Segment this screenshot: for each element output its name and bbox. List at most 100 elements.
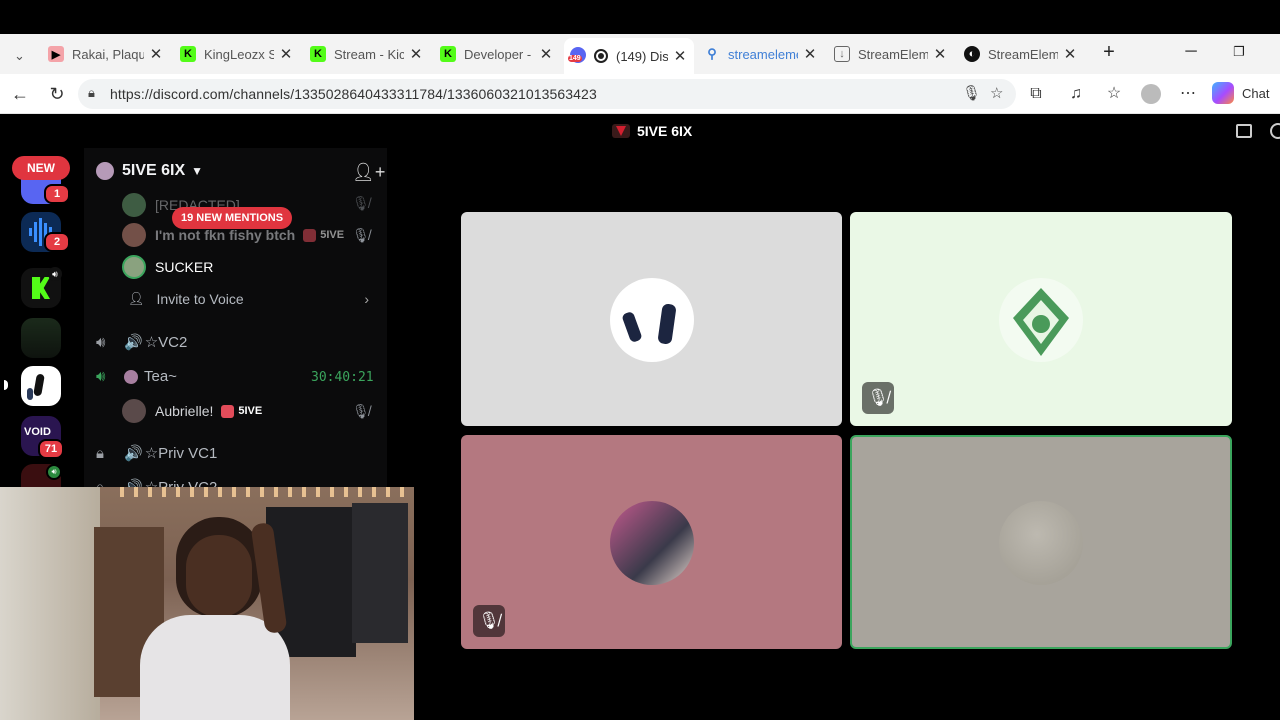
back-button[interactable]: ←	[6, 80, 34, 108]
emblem-icon	[1013, 288, 1069, 356]
chevron-right-icon: ›	[364, 291, 369, 307]
screen: ⌄ ▶ Rakai, Plaque ✕ K KingLeozx St ✕ K S…	[0, 0, 1280, 720]
close-icon[interactable]: ✕	[538, 45, 554, 63]
download-icon: ↓	[834, 46, 850, 62]
refresh-button[interactable]: ↻	[43, 80, 71, 108]
add-member-icon[interactable]: 👤︎+	[352, 162, 385, 183]
lock-icon: 🔒︎	[96, 444, 104, 462]
voice-user-aubrielle[interactable]: Aubrielle! 5IVE	[122, 399, 262, 423]
speaker-icon: 🔊︎	[46, 464, 62, 480]
kick-icon: K	[180, 46, 196, 62]
new-unreads-pill[interactable]: NEW	[12, 156, 70, 180]
clan-tag: 5IVE	[303, 228, 344, 242]
copilot-chat-button[interactable]: Chat	[1212, 82, 1269, 104]
selected-pill	[4, 380, 8, 390]
copilot-icon	[1212, 82, 1234, 104]
voice-timer: 30:40:21	[311, 370, 374, 385]
close-icon[interactable]: ✕	[802, 45, 818, 63]
search-icon: ⚲	[707, 46, 717, 61]
muted-mic-icon: 🎙︎̸	[473, 605, 505, 637]
more-menu-icon[interactable]: ⋯	[1176, 82, 1200, 106]
channel-tea[interactable]: 🔊︎ Tea~	[96, 368, 177, 385]
server-5ive-6ix[interactable]	[21, 366, 61, 406]
inbox-icon[interactable]	[1236, 124, 1252, 138]
recording-icon	[594, 49, 608, 63]
extensions-icon[interactable]: ⧉	[1024, 82, 1048, 106]
muted-mic-icon: 🎙︎̸	[352, 403, 370, 419]
kick-icon: K	[310, 46, 326, 62]
favorites-icon[interactable]: ☆	[1102, 82, 1126, 106]
avatar	[122, 223, 146, 247]
new-mentions-pill[interactable]: 19 NEW MENTIONS	[172, 207, 293, 229]
muted-mic-icon: 🎙︎̸	[352, 227, 370, 243]
minimize-button[interactable]: ─	[1176, 38, 1206, 66]
new-tab-button[interactable]: +	[1094, 38, 1124, 66]
tab-4[interactable]: 149 (149) Dis ✕	[564, 38, 694, 74]
streamelements-icon: ◐	[964, 46, 980, 62]
tab-0[interactable]: ▶ Rakai, Plaque ✕	[42, 38, 170, 70]
close-icon[interactable]: ✕	[148, 45, 164, 63]
tab-3[interactable]: K Developer - K ✕	[434, 38, 560, 70]
tab-5[interactable]: ⚲ streameleme ✕	[698, 38, 824, 70]
favorite-star-icon[interactable]: ☆	[990, 84, 1003, 102]
server-emblem-icon	[96, 162, 114, 180]
kick-logo	[32, 277, 50, 299]
restore-button[interactable]: ❐	[1224, 38, 1254, 66]
tab-7[interactable]: ◐ StreamEleme ✕	[958, 38, 1084, 70]
server-icon	[612, 124, 630, 138]
webcam-overlay	[0, 487, 414, 720]
speaker-icon: 🔊︎	[48, 267, 62, 281]
participant-tile-speaking[interactable]	[850, 435, 1232, 649]
chevron-down-icon: ⌄	[14, 48, 25, 63]
tab-1[interactable]: K KingLeozx St ✕	[174, 38, 300, 70]
kick-icon: K	[440, 46, 456, 62]
close-icon[interactable]: ✕	[672, 47, 688, 65]
top-letterbox	[0, 0, 1280, 34]
window-title: 5IVE 6IX	[612, 123, 692, 139]
lock-icon: 🔒︎	[88, 85, 95, 100]
address-bar-row: ← ↻ 🔒︎ https://discord.com/channels/1335…	[0, 74, 1280, 114]
close-icon[interactable]: ✕	[408, 45, 424, 63]
server-dark[interactable]	[21, 318, 61, 358]
add-person-icon: 👤︎	[128, 291, 145, 306]
discord-icon: 149	[568, 47, 588, 65]
unread-badge: 71	[38, 439, 64, 459]
avatar	[610, 278, 694, 362]
channel-vc2[interactable]: 🔊︎ 🔊 ☆VC2	[96, 333, 187, 352]
address-bar[interactable]: 🔒︎ https://discord.com/channels/13350286…	[78, 79, 1016, 109]
muted-mic-icon: 🎙︎̸	[352, 195, 370, 211]
tab-strip: ⌄ ▶ Rakai, Plaque ✕ K KingLeozx St ✕ K S…	[0, 34, 1280, 96]
media-control-icon[interactable]: ♫	[1064, 82, 1088, 106]
server-header[interactable]: 5IVE 6IX ▼	[96, 162, 203, 180]
channel-priv-vc1[interactable]: 🔒︎ 🔊 ☆Priv VC1	[96, 444, 217, 463]
avatar	[999, 278, 1083, 362]
void-logo: VOID	[24, 426, 51, 438]
url-text[interactable]: https://discord.com/channels/13350286404…	[110, 86, 597, 102]
close-icon[interactable]: ✕	[1062, 45, 1078, 63]
avatar	[122, 255, 146, 279]
participant-tile[interactable]: 🎙︎̸	[461, 435, 842, 649]
microphone-icon[interactable]: 🎙︎	[962, 84, 981, 102]
close-icon[interactable]: ✕	[932, 45, 948, 63]
invite-to-voice-button[interactable]: 👤︎ Invite to Voice ›	[128, 291, 373, 307]
youtube-icon: ▶	[48, 46, 64, 62]
avatar	[610, 501, 694, 585]
avatar	[122, 399, 146, 423]
help-icon[interactable]	[1270, 123, 1280, 139]
speaker-icon: 🔊︎	[96, 333, 106, 351]
muted-mic-icon: 🎙︎̸	[862, 382, 894, 414]
tab-list-button[interactable]: ⌄	[8, 40, 34, 72]
speaker-active-icon: 🔊︎	[96, 368, 106, 385]
chevron-down-icon: ▼	[191, 164, 204, 178]
close-icon[interactable]: ✕	[278, 45, 294, 63]
unread-badge: 1	[44, 184, 70, 204]
channel-emoji-icon	[124, 369, 138, 384]
voice-user-sucker[interactable]: SUCKER	[122, 255, 213, 279]
tab-2[interactable]: K Stream - Kick ✕	[304, 38, 430, 70]
avatar	[122, 193, 146, 217]
profile-icon[interactable]	[1139, 82, 1163, 106]
tab-6[interactable]: ↓ StreamEleme ✕	[828, 38, 954, 70]
participant-tile[interactable]	[461, 212, 842, 426]
clan-tag: 5IVE	[221, 404, 262, 418]
participant-tile[interactable]: 🎙︎̸	[850, 212, 1232, 426]
